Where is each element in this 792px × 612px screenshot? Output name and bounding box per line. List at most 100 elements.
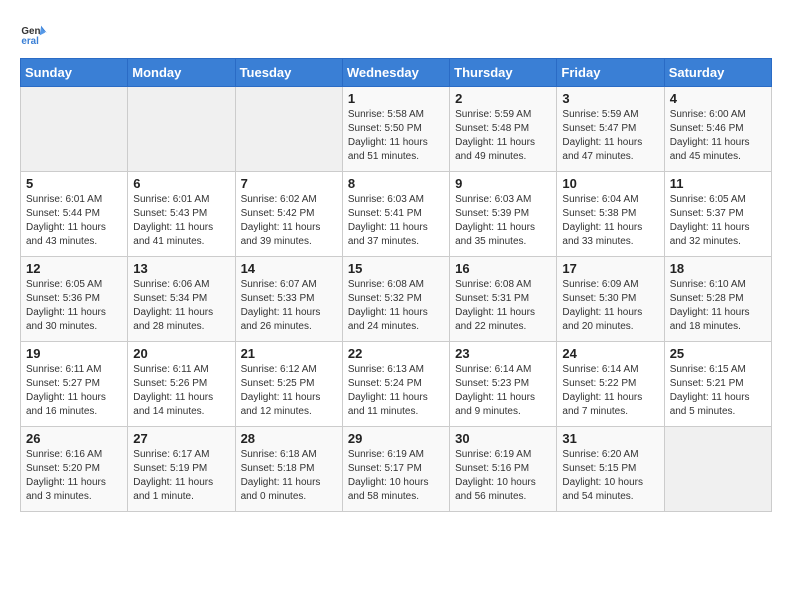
logo-icon: Gen eral [20,20,48,48]
day-number: 24 [562,346,658,361]
day-info: Sunrise: 6:08 AM Sunset: 5:32 PM Dayligh… [348,278,444,334]
calendar-cell: 1Sunrise: 5:58 AM Sunset: 5:50 PM Daylig… [342,87,449,172]
day-number: 26 [26,431,122,446]
calendar-cell: 10 Sunrise: 6:04 AM Sunset: 5:38 PM Dayli… [557,172,664,257]
day-number: 8 [348,176,444,191]
calendar-cell: 17Sunrise: 6:09 AM Sunset: 5:30 PM Dayli… [557,257,664,342]
calendar-cell: 13 Sunrise: 6:06 AM Sunset: 5:34 PM Dayli… [128,257,235,342]
calendar-cell: 4 Sunrise: 6:00 AM Sunset: 5:46 PM Daylig… [664,87,771,172]
calendar-cell: 15 Sunrise: 6:08 AM Sunset: 5:32 PM Dayli… [342,257,449,342]
calendar-week-row: 1Sunrise: 5:58 AM Sunset: 5:50 PM Daylig… [21,87,772,172]
logo: Gen eral [20,20,52,48]
day-info: Sunrise: 5:59 AM Sunset: 5:47 PM Dayligh… [562,108,658,164]
header-sunday: Sunday [21,59,128,87]
day-info: Sunrise: 6:18 AM Sunset: 5:18 PM Dayligh… [241,448,337,504]
day-info: Sunrise: 6:01 AM Sunset: 5:43 PM Dayligh… [133,193,229,249]
calendar-cell: 24 Sunrise: 6:14 AM Sunset: 5:22 PM Dayli… [557,342,664,427]
day-number: 7 [241,176,337,191]
calendar-cell [128,87,235,172]
calendar-cell: 26 Sunrise: 6:16 AM Sunset: 5:20 PM Dayli… [21,427,128,512]
day-info: Sunrise: 6:11 AM Sunset: 5:27 PM Dayligh… [26,363,122,419]
day-info: Sunrise: 6:16 AM Sunset: 5:20 PM Dayligh… [26,448,122,504]
svg-text:eral: eral [21,36,39,47]
day-number: 25 [670,346,766,361]
calendar-cell: 14 Sunrise: 6:07 AM Sunset: 5:33 PM Dayli… [235,257,342,342]
day-number: 4 [670,91,766,106]
day-number: 23 [455,346,551,361]
day-info: Sunrise: 6:14 AM Sunset: 5:23 PM Dayligh… [455,363,551,419]
day-info: Sunrise: 6:07 AM Sunset: 5:33 PM Dayligh… [241,278,337,334]
calendar-cell: 2 Sunrise: 5:59 AM Sunset: 5:48 PM Daylig… [450,87,557,172]
day-info: Sunrise: 6:03 AM Sunset: 5:39 PM Dayligh… [455,193,551,249]
header-saturday: Saturday [664,59,771,87]
calendar-week-row: 19 Sunrise: 6:11 AM Sunset: 5:27 PM Dayli… [21,342,772,427]
day-info: Sunrise: 6:12 AM Sunset: 5:25 PM Dayligh… [241,363,337,419]
day-number: 10 [562,176,658,191]
calendar-cell: 6 Sunrise: 6:01 AM Sunset: 5:43 PM Daylig… [128,172,235,257]
day-number: 28 [241,431,337,446]
day-info: Sunrise: 6:19 AM Sunset: 5:17 PM Dayligh… [348,448,444,504]
day-info: Sunrise: 6:14 AM Sunset: 5:22 PM Dayligh… [562,363,658,419]
day-info: Sunrise: 6:02 AM Sunset: 5:42 PM Dayligh… [241,193,337,249]
day-number: 21 [241,346,337,361]
day-info: Sunrise: 6:01 AM Sunset: 5:44 PM Dayligh… [26,193,122,249]
day-number: 20 [133,346,229,361]
day-info: Sunrise: 6:13 AM Sunset: 5:24 PM Dayligh… [348,363,444,419]
calendar-week-row: 5 Sunrise: 6:01 AM Sunset: 5:44 PM Daylig… [21,172,772,257]
calendar-cell: 30Sunrise: 6:19 AM Sunset: 5:16 PM Dayli… [450,427,557,512]
day-number: 22 [348,346,444,361]
day-info: Sunrise: 6:06 AM Sunset: 5:34 PM Dayligh… [133,278,229,334]
calendar-cell: 12 Sunrise: 6:05 AM Sunset: 5:36 PM Dayli… [21,257,128,342]
calendar-week-row: 26 Sunrise: 6:16 AM Sunset: 5:20 PM Dayli… [21,427,772,512]
calendar-cell: 31Sunrise: 6:20 AM Sunset: 5:15 PM Dayli… [557,427,664,512]
day-number: 19 [26,346,122,361]
calendar-cell: 21 Sunrise: 6:12 AM Sunset: 5:25 PM Dayli… [235,342,342,427]
page-header: Gen eral [20,20,772,48]
day-number: 31 [562,431,658,446]
day-number: 2 [455,91,551,106]
day-number: 1 [348,91,444,106]
day-info: Sunrise: 6:17 AM Sunset: 5:19 PM Dayligh… [133,448,229,504]
calendar-cell: 9 Sunrise: 6:03 AM Sunset: 5:39 PM Daylig… [450,172,557,257]
calendar-cell [235,87,342,172]
calendar-cell: 11 Sunrise: 6:05 AM Sunset: 5:37 PM Dayli… [664,172,771,257]
day-number: 29 [348,431,444,446]
day-number: 13 [133,261,229,276]
header-friday: Friday [557,59,664,87]
calendar-cell: 16Sunrise: 6:08 AM Sunset: 5:31 PM Dayli… [450,257,557,342]
calendar-cell: 27 Sunrise: 6:17 AM Sunset: 5:19 PM Dayli… [128,427,235,512]
day-number: 18 [670,261,766,276]
calendar-cell [664,427,771,512]
calendar-cell: 25 Sunrise: 6:15 AM Sunset: 5:21 PM Dayli… [664,342,771,427]
calendar-header-row: Sunday Monday Tuesday Wednesday Thursday… [21,59,772,87]
day-number: 15 [348,261,444,276]
calendar-cell: 28 Sunrise: 6:18 AM Sunset: 5:18 PM Dayli… [235,427,342,512]
day-info: Sunrise: 6:00 AM Sunset: 5:46 PM Dayligh… [670,108,766,164]
day-number: 17 [562,261,658,276]
day-info: Sunrise: 6:04 AM Sunset: 5:38 PM Dayligh… [562,193,658,249]
calendar-table: Sunday Monday Tuesday Wednesday Thursday… [20,58,772,512]
day-info: Sunrise: 6:05 AM Sunset: 5:37 PM Dayligh… [670,193,766,249]
calendar-cell [21,87,128,172]
day-info: Sunrise: 6:15 AM Sunset: 5:21 PM Dayligh… [670,363,766,419]
calendar-cell: 19 Sunrise: 6:11 AM Sunset: 5:27 PM Dayli… [21,342,128,427]
day-info: Sunrise: 6:08 AM Sunset: 5:31 PM Dayligh… [455,278,551,334]
day-info: Sunrise: 6:05 AM Sunset: 5:36 PM Dayligh… [26,278,122,334]
day-number: 6 [133,176,229,191]
day-number: 12 [26,261,122,276]
calendar-cell: 23 Sunrise: 6:14 AM Sunset: 5:23 PM Dayli… [450,342,557,427]
day-number: 9 [455,176,551,191]
day-info: Sunrise: 5:59 AM Sunset: 5:48 PM Dayligh… [455,108,551,164]
day-info: Sunrise: 6:11 AM Sunset: 5:26 PM Dayligh… [133,363,229,419]
day-number: 11 [670,176,766,191]
day-number: 14 [241,261,337,276]
header-monday: Monday [128,59,235,87]
calendar-cell: 8 Sunrise: 6:03 AM Sunset: 5:41 PM Daylig… [342,172,449,257]
day-number: 5 [26,176,122,191]
day-number: 30 [455,431,551,446]
day-number: 27 [133,431,229,446]
day-info: Sunrise: 6:03 AM Sunset: 5:41 PM Dayligh… [348,193,444,249]
calendar-cell: 29 Sunrise: 6:19 AM Sunset: 5:17 PM Dayli… [342,427,449,512]
calendar-cell: 20 Sunrise: 6:11 AM Sunset: 5:26 PM Dayli… [128,342,235,427]
calendar-cell: 3Sunrise: 5:59 AM Sunset: 5:47 PM Daylig… [557,87,664,172]
